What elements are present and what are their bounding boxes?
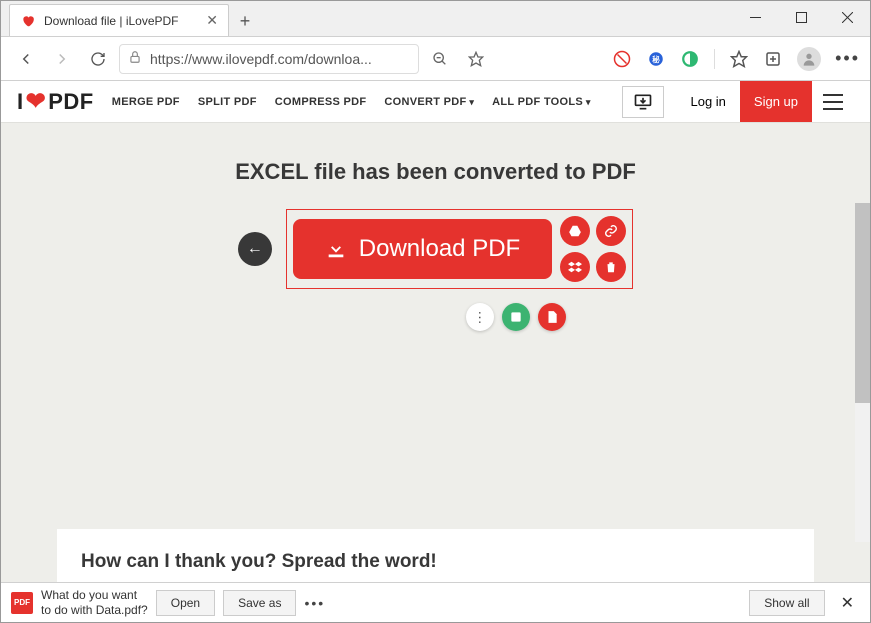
logo-text: I <box>17 89 24 115</box>
favorites-icon[interactable] <box>729 49 749 69</box>
extension-icon[interactable] <box>680 49 700 69</box>
browser-tab[interactable]: Download file | iLovePDF ✕ <box>9 4 229 36</box>
show-all-downloads-button[interactable]: Show all <box>749 590 824 616</box>
scrollbar[interactable] <box>855 203 870 542</box>
logo-text: PDF <box>48 89 94 115</box>
site-header: I ❤ PDF MERGE PDF SPLIT PDF COMPRESS PDF… <box>1 81 870 123</box>
signup-button[interactable]: Sign up <box>740 81 812 122</box>
download-prompt: What do you want to do with Data.pdf? <box>41 588 148 617</box>
lock-icon <box>128 50 142 67</box>
tab-close-button[interactable]: ✕ <box>206 12 218 29</box>
download-pdf-button[interactable]: Download PDF <box>293 219 552 279</box>
heart-icon: ❤ <box>26 87 47 116</box>
address-field[interactable]: https://www.ilovepdf.com/downloa... <box>119 44 419 74</box>
new-tab-button[interactable]: + <box>229 6 261 36</box>
thank-you-card: How can I thank you? Spread the word! If… <box>57 529 814 582</box>
more-options-button[interactable]: ⋯ <box>466 303 494 331</box>
open-file-button[interactable]: Open <box>156 590 215 616</box>
save-to-drive-button[interactable] <box>560 216 590 246</box>
zoom-button[interactable] <box>425 44 455 74</box>
back-button[interactable] <box>11 44 41 74</box>
save-as-button[interactable]: Save as <box>223 590 296 616</box>
window-maximize-button[interactable] <box>778 1 824 33</box>
window-minimize-button[interactable] <box>732 1 778 33</box>
window-close-button[interactable] <box>824 1 870 33</box>
back-to-tool-button[interactable]: ← <box>238 232 272 266</box>
address-bar: https://www.ilovepdf.com/downloa... 秘 ••… <box>1 37 870 81</box>
browser-menu-button[interactable]: ••• <box>835 48 860 69</box>
thank-title: How can I thank you? Spread the word! <box>81 551 790 573</box>
download-highlight-box: Download PDF <box>286 209 633 289</box>
menu-button[interactable] <box>812 81 854 122</box>
pdf-file-icon[interactable] <box>538 303 566 331</box>
collections-icon[interactable] <box>763 49 783 69</box>
excel-file-icon[interactable] <box>502 303 530 331</box>
tab-title: Download file | iLovePDF <box>44 14 179 28</box>
nav-all-tools[interactable]: ALL PDF TOOLS <box>492 96 591 108</box>
download-icon <box>325 238 347 260</box>
extension-icon[interactable] <box>612 49 632 69</box>
forward-button[interactable] <box>47 44 77 74</box>
heart-icon <box>20 13 36 29</box>
scroll-thumb[interactable] <box>855 203 870 403</box>
profile-avatar[interactable] <box>797 47 821 71</box>
nav-merge[interactable]: MERGE PDF <box>112 96 180 108</box>
share-link-button[interactable] <box>596 216 626 246</box>
login-button[interactable]: Log in <box>676 81 739 122</box>
nav-split[interactable]: SPLIT PDF <box>198 96 257 108</box>
reload-button[interactable] <box>83 44 113 74</box>
desktop-app-icon[interactable] <box>622 86 664 118</box>
save-to-dropbox-button[interactable] <box>560 252 590 282</box>
svg-text:秘: 秘 <box>652 54 660 64</box>
site-logo[interactable]: I ❤ PDF <box>17 87 94 116</box>
close-shelf-button[interactable]: ✕ <box>835 593 860 613</box>
extension-icon[interactable]: 秘 <box>646 49 666 69</box>
delete-file-button[interactable] <box>596 252 626 282</box>
pdf-icon: PDF <box>11 592 33 614</box>
download-more-button[interactable]: ••• <box>304 595 325 611</box>
nav-compress[interactable]: COMPRESS PDF <box>275 96 367 108</box>
download-label: Download PDF <box>359 235 520 263</box>
download-shelf: PDF What do you want to do with Data.pdf… <box>1 582 870 622</box>
nav-convert[interactable]: CONVERT PDF <box>384 96 474 108</box>
favorite-button[interactable] <box>461 44 491 74</box>
url-text: https://www.ilovepdf.com/downloa... <box>150 51 372 67</box>
conversion-headline: EXCEL file has been converted to PDF <box>235 159 636 185</box>
